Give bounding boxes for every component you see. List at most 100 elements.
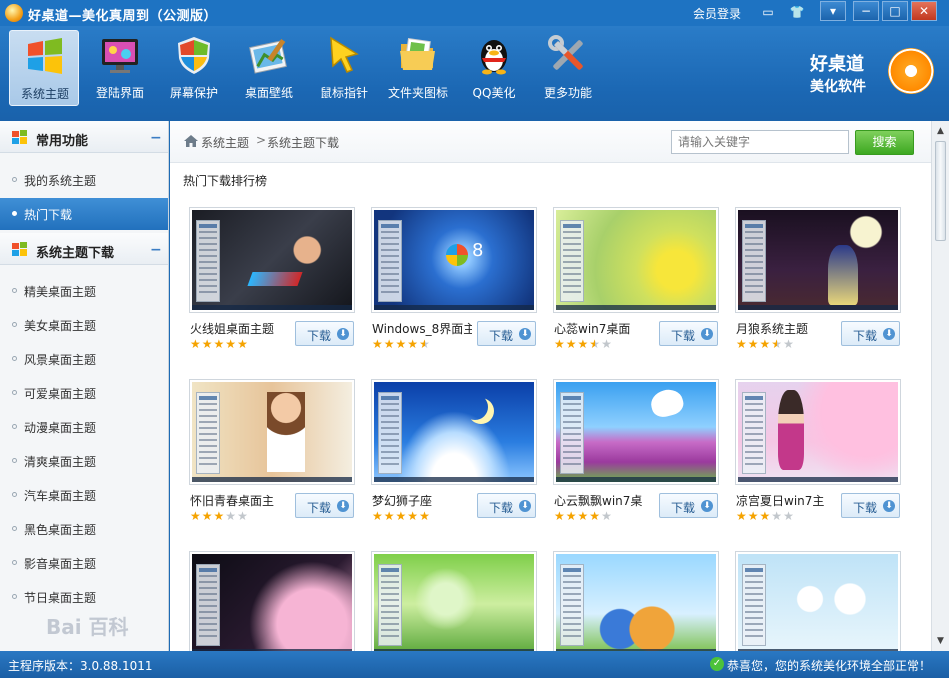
tool-more-functions[interactable]: 更多功能 — [533, 30, 603, 106]
theme-thumbnail[interactable] — [553, 207, 719, 313]
sidebar-item-category[interactable]: 可爱桌面主题 — [0, 377, 168, 409]
sidebar-item-category[interactable]: 动漫桌面主题 — [0, 411, 168, 443]
search-button[interactable]: 搜索 — [855, 130, 914, 155]
sidebar-item-label: 美女桌面主题 — [24, 319, 97, 333]
download-button[interactable]: 下载 ⬇ — [477, 493, 536, 518]
theme-thumbnail[interactable] — [371, 551, 537, 651]
star-icon: ★ — [589, 509, 602, 523]
theme-thumbnail[interactable] — [735, 379, 901, 485]
minimize-button[interactable]: − — [853, 1, 879, 21]
bullet-icon — [12, 211, 17, 216]
watermark: Bai 百科 — [46, 615, 129, 639]
star-icon: ★ — [771, 509, 784, 523]
sidebar-item-category[interactable]: 节日桌面主题 — [0, 581, 168, 613]
theme-thumbnail[interactable] — [735, 207, 901, 313]
download-button[interactable]: 下载 ⬇ — [477, 321, 536, 346]
menu-dropdown-button[interactable]: ▾ — [820, 1, 846, 21]
home-icon[interactable] — [183, 134, 199, 148]
maximize-button[interactable]: □ — [882, 1, 908, 21]
sidebar-item-label: 动漫桌面主题 — [24, 421, 97, 435]
sidebar-item-category[interactable]: 清爽桌面主题 — [0, 445, 168, 477]
download-arrow-icon: ⬇ — [883, 328, 895, 340]
theme-thumbnail[interactable] — [553, 379, 719, 485]
main-toolbar: 系统主题 登陆界面 屏幕保护 桌面壁纸 鼠标指针 文件夹图标 QQ美化 更多功能… — [0, 26, 949, 121]
member-login-link[interactable]: 会员登录 — [693, 5, 741, 22]
breadcrumb-separator: > — [256, 133, 267, 147]
sidebar-group-theme-download[interactable]: 系统主题下载 − — [0, 233, 168, 265]
sidebar-item-category[interactable]: 汽车桌面主题 — [0, 479, 168, 511]
theme-card: 凉宫夏日win7主 ★★★★★ 下载 ⬇ — [735, 379, 903, 529]
star-icon: ★ — [601, 337, 613, 351]
tool-label: 文件夹图标 — [387, 86, 448, 100]
theme-thumbnail[interactable] — [189, 379, 355, 485]
breadcrumb-root[interactable]: 系统主题 — [201, 134, 249, 151]
download-button[interactable]: 下载 ⬇ — [841, 493, 900, 518]
window-title: 好桌道—美化真周到（公测版） — [28, 9, 218, 24]
sidebar-item-label: 风景桌面主题 — [24, 353, 97, 367]
tool-mouse-cursor[interactable]: 鼠标指针 — [309, 30, 379, 106]
theme-card: 心蕊win7桌面 ★★★★★ 下载 ⬇ — [553, 207, 721, 357]
bullet-icon — [12, 560, 17, 565]
theme-thumbnail[interactable] — [735, 551, 901, 651]
sidebar-item-category[interactable]: 美女桌面主题 — [0, 309, 168, 341]
theme-thumbnail[interactable] — [553, 551, 719, 651]
tool-login-screen[interactable]: 登陆界面 — [85, 30, 155, 106]
tool-screensaver[interactable]: 屏幕保护 — [159, 30, 229, 106]
star-icon: ★ — [213, 337, 226, 351]
download-button[interactable]: 下载 ⬇ — [659, 493, 718, 518]
sidebar-item-category[interactable]: 黑色桌面主题 — [0, 513, 168, 545]
tool-qq-beautify[interactable]: QQ美化 — [459, 30, 529, 106]
skin-shirt-icon[interactable]: 👕 — [788, 4, 806, 21]
version-text: 主程序版本：3.0.88.1011 — [8, 659, 153, 673]
collapse-icon[interactable]: − — [150, 242, 162, 258]
theme-thumbnail[interactable] — [189, 207, 355, 313]
wallpaper-icon — [249, 39, 287, 74]
folder-icon — [400, 38, 435, 70]
scroll-thumb[interactable] — [935, 141, 946, 241]
star-icon: ★ — [419, 509, 431, 523]
shield-icon — [178, 37, 210, 74]
close-button[interactable]: ✕ — [911, 1, 937, 21]
scroll-up-arrow-icon[interactable]: ▲ — [934, 124, 947, 138]
sidebar-item-hot-downloads[interactable]: 热门下载 — [0, 198, 168, 230]
tool-folder-icons[interactable]: 文件夹图标 — [383, 30, 453, 106]
download-label: 下载 — [853, 501, 878, 515]
download-button[interactable]: 下载 ⬇ — [841, 321, 900, 346]
theme-thumbnail[interactable] — [371, 379, 537, 485]
star-icon: ★ — [237, 509, 249, 523]
sidebar-item-category[interactable]: 风景桌面主题 — [0, 343, 168, 375]
sidebar-item-my-themes[interactable]: 我的系统主题 — [0, 164, 168, 196]
theme-title: Windows_8界面主 — [372, 322, 472, 336]
download-button[interactable]: 下载 ⬇ — [295, 321, 354, 346]
download-button[interactable]: 下载 ⬇ — [659, 321, 718, 346]
star-icon: ★ — [783, 337, 795, 351]
search-input[interactable] — [671, 130, 849, 154]
star-icon: ★ — [201, 337, 214, 351]
cursor-icon — [330, 36, 359, 73]
orange-logo-icon — [888, 48, 934, 94]
theme-card — [553, 551, 721, 651]
sidebar-group-title: 常用功能 — [36, 134, 89, 149]
windows-flag-icon — [12, 130, 27, 144]
sidebar-item-category[interactable]: 精美桌面主题 — [0, 275, 168, 307]
theme-card: 梦幻狮子座 ★★★★★ 下载 ⬇ — [371, 379, 539, 529]
collapse-icon[interactable]: − — [150, 130, 162, 146]
download-arrow-icon: ⬇ — [519, 500, 531, 512]
sidebar-item-category[interactable]: 影音桌面主题 — [0, 547, 168, 579]
sidebar-item-label: 热门下载 — [24, 208, 73, 222]
theme-card — [371, 551, 539, 651]
message-icon[interactable]: ▭ — [759, 4, 777, 21]
brand-subtitle: 美化软件 — [810, 79, 866, 95]
theme-card: 月狼系统主题 ★★★★★ 下载 ⬇ — [735, 207, 903, 357]
star-icon: ★ — [577, 509, 590, 523]
sidebar-item-label: 精美桌面主题 — [24, 285, 97, 299]
vertical-scrollbar[interactable]: ▲ ▼ — [931, 121, 949, 651]
tool-wallpaper[interactable]: 桌面壁纸 — [234, 30, 304, 106]
scroll-down-arrow-icon[interactable]: ▼ — [934, 634, 947, 648]
sidebar-group-common[interactable]: 常用功能 − — [0, 121, 168, 153]
theme-thumbnail[interactable]: 8 — [371, 207, 537, 313]
tool-system-theme[interactable]: 系统主题 — [9, 30, 79, 106]
theme-title: 月狼系统主题 — [736, 322, 809, 336]
theme-thumbnail[interactable] — [189, 551, 355, 651]
download-button[interactable]: 下载 ⬇ — [295, 493, 354, 518]
